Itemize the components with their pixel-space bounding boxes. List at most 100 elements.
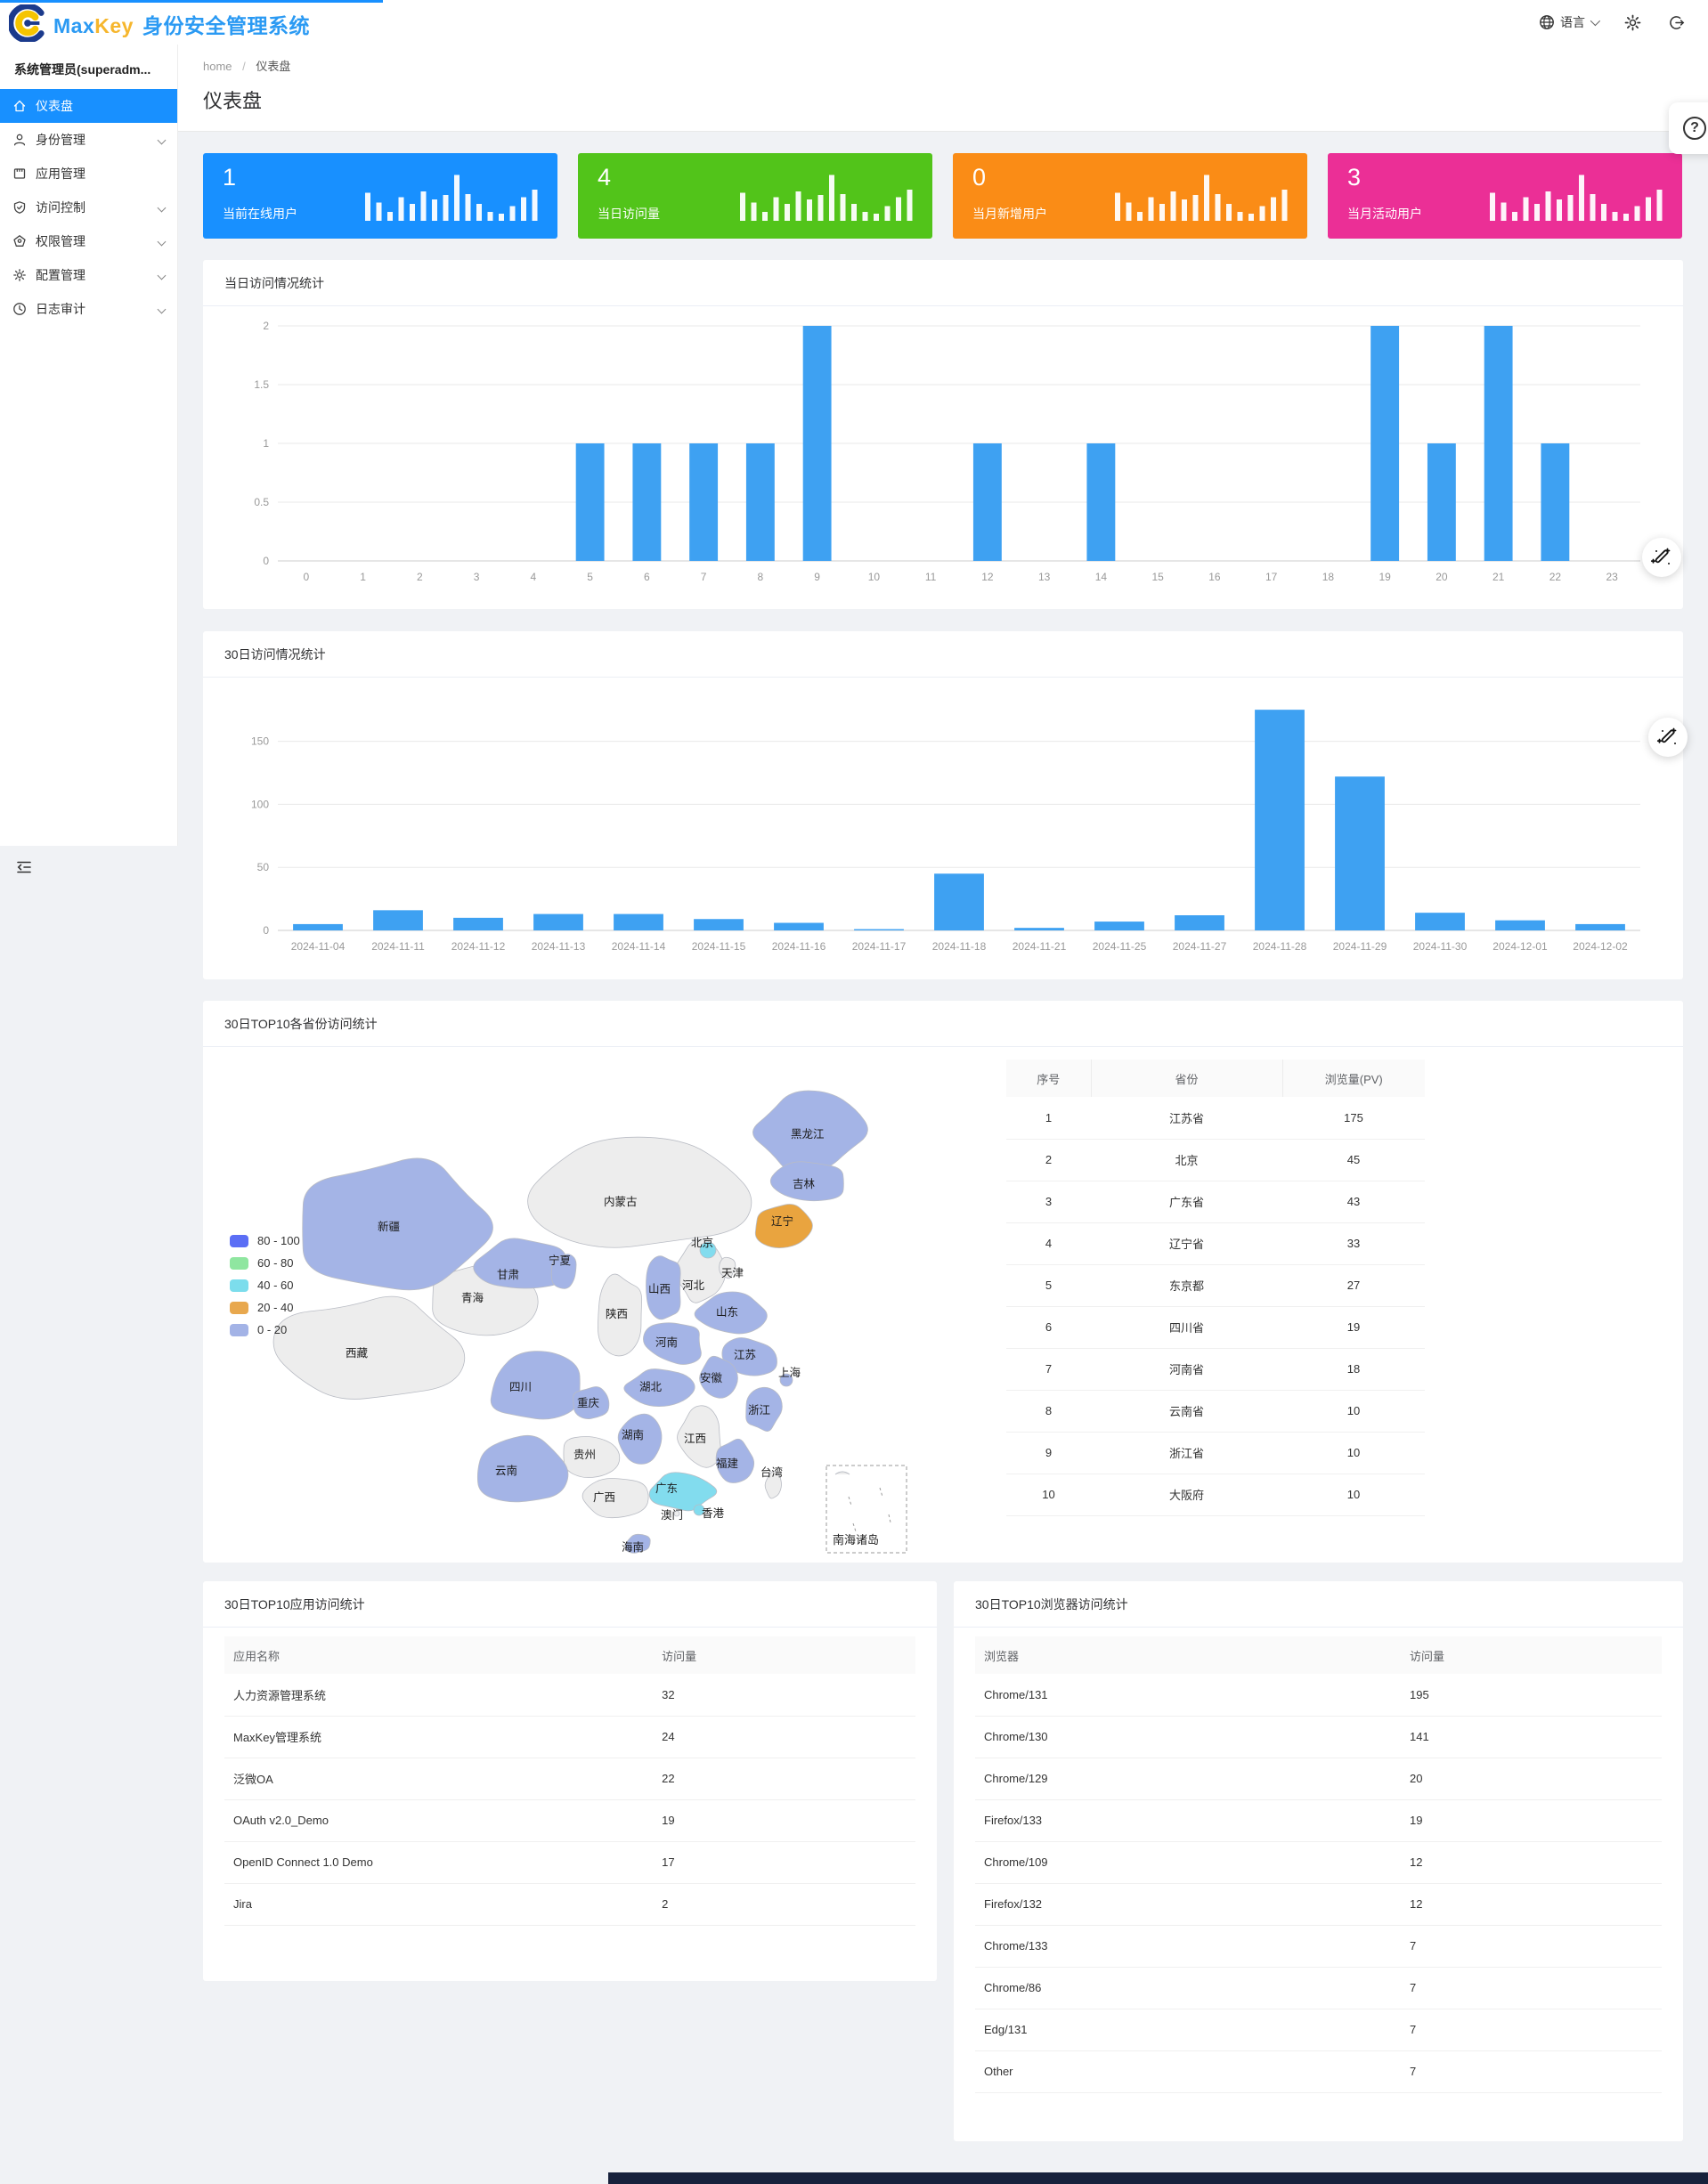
table-row: Chrome/130141 xyxy=(975,1716,1662,1758)
table-cell: 7 xyxy=(1401,2009,1662,2050)
province-label: 辽宁 xyxy=(771,1214,793,1228)
province-label: 海南 xyxy=(622,1540,644,1554)
stat-card-sparkline xyxy=(1115,171,1293,221)
bar xyxy=(1575,924,1625,930)
stat-card-2: 0当月新增用户 xyxy=(953,153,1307,239)
bar xyxy=(1094,922,1144,930)
svg-text:南海诸岛: 南海诸岛 xyxy=(833,1533,879,1547)
legend-item[interactable]: 20 - 40 xyxy=(230,1301,300,1314)
svg-text:0: 0 xyxy=(263,555,269,567)
bar xyxy=(689,443,718,561)
province-label: 河南 xyxy=(655,1336,678,1349)
table-cell: 3 xyxy=(1006,1181,1091,1222)
collapse-sidebar-icon[interactable] xyxy=(16,859,32,875)
help-button[interactable]: ? xyxy=(1669,102,1708,154)
svg-text:10: 10 xyxy=(868,571,881,583)
brand-subtitle: 身份安全管理系统 xyxy=(142,14,310,37)
svg-text:2024-11-11: 2024-11-11 xyxy=(371,940,425,953)
language-menu[interactable]: 语言 xyxy=(1539,13,1598,31)
home-icon xyxy=(12,99,27,113)
table-cell: 云南省 xyxy=(1091,1390,1282,1432)
magic-wand-button-hourly[interactable] xyxy=(1642,538,1681,577)
legend-label: 80 - 100 xyxy=(257,1234,300,1247)
maxkey-logo-icon xyxy=(9,4,46,42)
province-label: 青海 xyxy=(461,1291,484,1304)
bar xyxy=(1175,915,1224,930)
sidebar-item-user[interactable]: 身份管理 xyxy=(0,123,177,157)
svg-text:2024-11-29: 2024-11-29 xyxy=(1333,940,1387,953)
bar xyxy=(453,918,503,930)
breadcrumb-home-link[interactable]: home xyxy=(203,60,232,73)
column-header: 浏览器 xyxy=(975,1636,1401,1674)
table-cell: 广东省 xyxy=(1091,1181,1282,1222)
province-shape[interactable] xyxy=(491,1352,580,1419)
svg-text:2024-11-25: 2024-11-25 xyxy=(1093,940,1147,953)
province-label: 重庆 xyxy=(577,1396,600,1409)
table-cell: 浙江省 xyxy=(1091,1432,1282,1474)
header-actions: 语言 xyxy=(1539,0,1685,45)
question-circle-icon: ? xyxy=(1683,117,1706,140)
sidebar-item-home[interactable]: 仪表盘 xyxy=(0,89,177,123)
province-shape[interactable] xyxy=(477,1435,568,1502)
legend-item[interactable]: 60 - 80 xyxy=(230,1256,300,1270)
province-label: 吉林 xyxy=(793,1178,816,1190)
settings-button[interactable] xyxy=(1624,14,1641,31)
legend-color-chip xyxy=(230,1257,248,1270)
app-header: MaxKey身份安全管理系统 语言 xyxy=(0,0,1708,45)
table-cell: 7 xyxy=(1006,1348,1091,1390)
page-title: 仪表盘 xyxy=(203,85,262,114)
bar xyxy=(373,910,423,930)
sidebar-item-app[interactable]: 应用管理 xyxy=(0,157,177,191)
province-label: 福建 xyxy=(716,1457,739,1470)
svg-text:11: 11 xyxy=(925,571,937,583)
sidebar-item-clock[interactable]: 日志审计 xyxy=(0,292,177,326)
svg-text:21: 21 xyxy=(1492,571,1505,583)
magic-wand-icon xyxy=(1656,726,1680,749)
stat-card-sparkline xyxy=(365,171,543,221)
svg-text:2: 2 xyxy=(417,571,423,583)
table-cell: OpenID Connect 1.0 Demo xyxy=(224,1841,653,1883)
magic-wand-button-monthly[interactable] xyxy=(1648,718,1688,757)
bar xyxy=(934,873,984,930)
table-cell: 1 xyxy=(1006,1097,1091,1139)
province-shape[interactable] xyxy=(528,1137,752,1247)
province-label: 天津 xyxy=(721,1267,744,1279)
perm-icon xyxy=(12,234,27,248)
bar xyxy=(1495,921,1545,930)
table-cell: Chrome/129 xyxy=(975,1758,1401,1799)
legend-item[interactable]: 80 - 100 xyxy=(230,1234,300,1247)
svg-text:2024-11-17: 2024-11-17 xyxy=(852,940,907,953)
column-header: 省份 xyxy=(1091,1060,1282,1097)
province-label: 上海 xyxy=(778,1366,801,1379)
table-cell: 泛微OA xyxy=(224,1758,653,1799)
hourly-visits-bar-chart: 00.511.520123456789101112131415161718192… xyxy=(224,313,1662,600)
svg-text:18: 18 xyxy=(1322,571,1335,583)
province-label: 黑龙江 xyxy=(791,1128,825,1141)
panel-title-hourly: 当日访问情况统计 xyxy=(203,260,1683,306)
stat-card-label: 当前在线用户 xyxy=(223,205,297,223)
sidebar-item-gear[interactable]: 配置管理 xyxy=(0,258,177,292)
province-label: 山西 xyxy=(648,1283,671,1295)
table-cell: MaxKey管理系统 xyxy=(224,1716,653,1758)
stat-card-label: 当月活动用户 xyxy=(1347,205,1422,223)
stat-card-value: 0 xyxy=(972,164,986,191)
svg-text:15: 15 xyxy=(1151,571,1164,583)
sidebar-item-shield[interactable]: 访问控制 xyxy=(0,191,177,224)
sidebar-item-perm[interactable]: 权限管理 xyxy=(0,224,177,258)
panel-province-visits: 30日TOP10各省份访问统计 南海诸岛西藏青海内蒙古河北天津陕西江西贵州广西台… xyxy=(203,1001,1683,1563)
table-row: Firefox/13212 xyxy=(975,1883,1662,1925)
table-cell: 8 xyxy=(1006,1390,1091,1432)
sidebar-item-label: 应用管理 xyxy=(36,165,85,183)
column-header: 访问量 xyxy=(653,1636,915,1674)
legend-item[interactable]: 0 - 20 xyxy=(230,1323,300,1336)
logout-button[interactable] xyxy=(1668,14,1685,31)
brand-key: Key xyxy=(94,14,134,37)
legend-item[interactable]: 40 - 60 xyxy=(230,1279,300,1292)
svg-text:2024-11-28: 2024-11-28 xyxy=(1253,940,1307,953)
table-cell: 19 xyxy=(1282,1306,1425,1348)
stat-card-1: 4当日访问量 xyxy=(578,153,932,239)
svg-text:50: 50 xyxy=(257,861,270,873)
table-row: 5东京都27 xyxy=(1006,1264,1425,1306)
breadcrumb: home / 仪表盘 xyxy=(203,57,290,74)
data-table: 浏览器访问量Chrome/131195Chrome/130141Chrome/1… xyxy=(975,1636,1662,2093)
